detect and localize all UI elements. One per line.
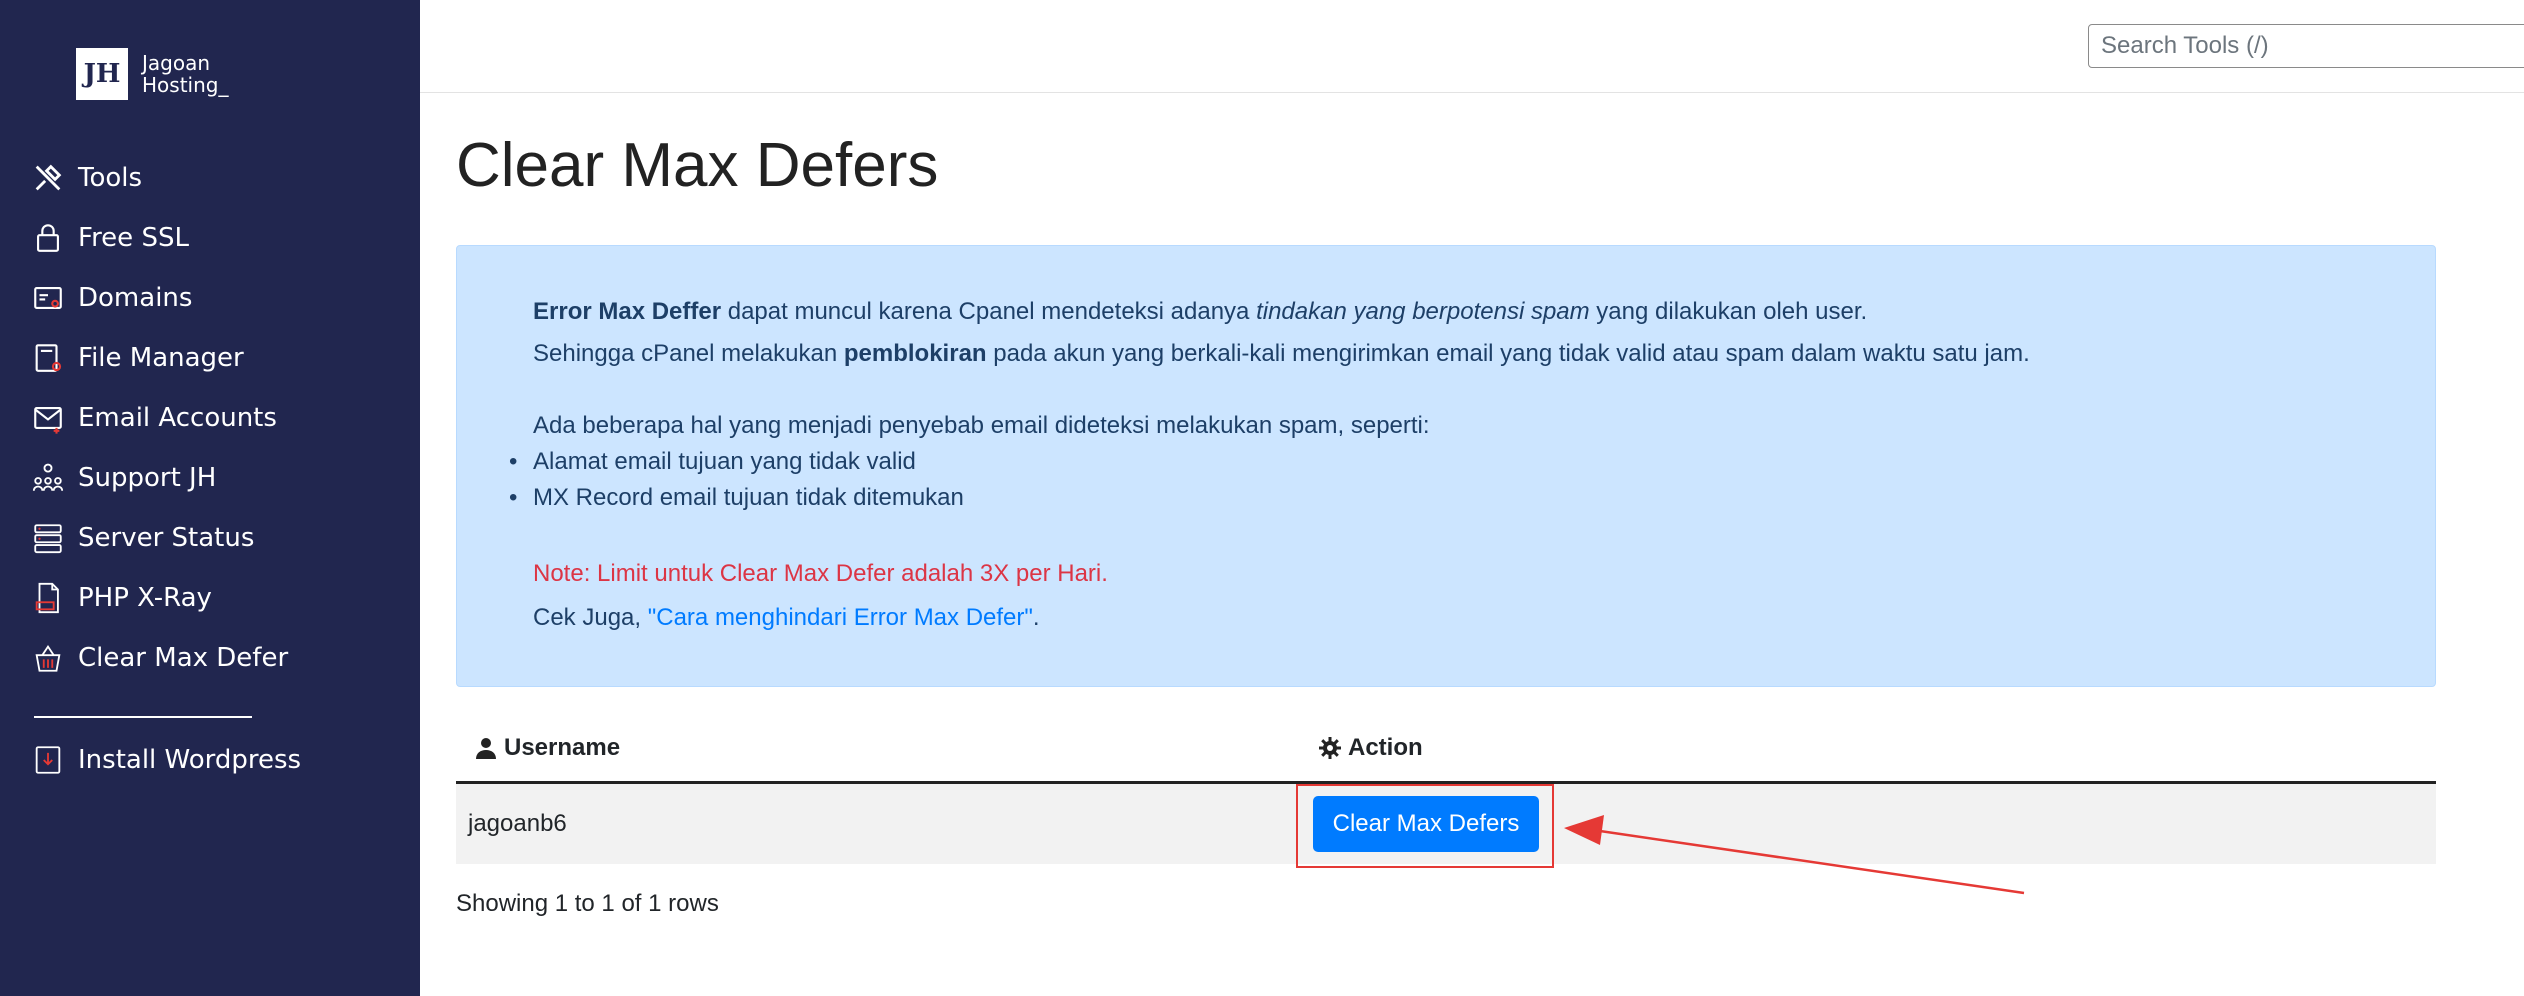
alert-line-1: Error Max Deffer dapat muncul karena Cpa…: [533, 298, 1867, 326]
gear-icon: [1319, 737, 1341, 759]
column-header-label: Action: [1348, 734, 1423, 761]
logo-mark: JH: [76, 48, 128, 100]
file-manager-icon: [28, 338, 68, 378]
alert-line-3: Ada beberapa hal yang menjadi penyebab e…: [533, 412, 1430, 439]
list-item: Alamat email tujuan yang tidak valid: [509, 444, 964, 480]
see-also-suffix: .: [1032, 604, 1040, 631]
user-icon: [476, 738, 496, 759]
support-icon: [28, 458, 68, 498]
php-file-icon: [28, 578, 68, 618]
email-icon: [28, 398, 68, 438]
tools-icon: [28, 158, 68, 198]
domain-icon: [28, 278, 68, 318]
sidebar-item-label: Free SSL: [78, 223, 189, 253]
alert-text: Sehingga cPanel melakukan: [533, 340, 844, 367]
sidebar-item-label: PHP X-Ray: [78, 583, 212, 613]
sidebar-item-label: File Manager: [78, 343, 244, 373]
alert-bold-text: Error Max Deffer: [533, 298, 722, 325]
sidebar-item-file-manager[interactable]: File Manager: [28, 328, 408, 388]
column-header-action[interactable]: Action: [1318, 715, 1423, 781]
brand-name: Jagoan Hosting_: [142, 52, 228, 96]
server-icon: [28, 518, 68, 558]
sidebar-item-label: Tools: [78, 163, 143, 193]
brand-logo[interactable]: JH Jagoan Hosting_: [76, 48, 228, 100]
sidebar-item-domains[interactable]: Domains: [28, 268, 408, 328]
pagination-info: Showing 1 to 1 of 1 rows: [456, 890, 719, 917]
alert-bold-text: pemblokiran: [843, 340, 987, 367]
max-defer-guide-link[interactable]: "Cara menghindari Error Max Defer": [648, 604, 1033, 631]
brand-line-1: Jagoan: [142, 51, 211, 75]
annotation-highlight-box: [1296, 784, 1554, 868]
sidebar-item-label: Clear Max Defer: [78, 643, 289, 673]
sidebar-item-server-status[interactable]: Server Status: [28, 508, 408, 568]
column-header-username[interactable]: Username: [474, 715, 620, 781]
sidebar-item-clear-max-defer[interactable]: Clear Max Defer: [28, 628, 408, 688]
install-icon: [28, 740, 68, 780]
sidebar-item-free-ssl[interactable]: Free SSL: [28, 208, 408, 268]
basket-icon: [28, 638, 68, 678]
sidebar-item-install-wordpress[interactable]: Install Wordpress: [28, 730, 408, 790]
sidebar-item-email-accounts[interactable]: Email Accounts: [28, 388, 408, 448]
top-bar: [420, 0, 2524, 93]
username-cell: jagoanb6: [468, 810, 567, 837]
alert-italic-text: tindakan yang berpotensi spam: [1256, 298, 1590, 325]
alert-text: dapat muncul karena Cpanel mendeteksi ad…: [721, 298, 1257, 325]
brand-line-2: Hosting_: [142, 73, 229, 97]
alert-bullet-list: Alamat email tujuan yang tidak valid MX …: [509, 444, 964, 516]
alert-line-2: Sehingga cPanel melakukan pemblokiran pa…: [533, 340, 2030, 368]
alert-text: pada akun yang berkali-kali mengirimkan …: [986, 340, 2030, 367]
sidebar-item-tools[interactable]: Tools: [28, 148, 408, 208]
sidebar-item-label: Support JH: [78, 463, 217, 493]
see-also-line: Cek Juga, "Cara menghindari Error Max De…: [533, 604, 1040, 632]
page-title: Clear Max Defers: [456, 131, 939, 200]
sidebar-item-label: Install Wordpress: [78, 745, 302, 775]
search-input[interactable]: [2088, 24, 2524, 68]
limit-note: Note: Limit untuk Clear Max Defer adalah…: [533, 560, 1108, 587]
sidebar-divider: [34, 716, 252, 718]
info-alert: Error Max Deffer dapat muncul karena Cpa…: [456, 245, 2436, 687]
sidebar-item-label: Domains: [78, 283, 193, 313]
sidebar-item-php-x-ray[interactable]: PHP X-Ray: [28, 568, 408, 628]
alert-text: yang dilakukan oleh user.: [1589, 298, 1868, 325]
sidebar-item-support-jh[interactable]: Support JH: [28, 448, 408, 508]
sidebar-item-label: Server Status: [78, 523, 255, 553]
sidebar: JH Jagoan Hosting_ Tools Free SSL Domain…: [0, 0, 420, 996]
lock-icon: [28, 218, 68, 258]
list-item: MX Record email tujuan tidak ditemukan: [509, 480, 964, 516]
sidebar-item-label: Email Accounts: [78, 403, 277, 433]
column-header-label: Username: [504, 734, 621, 761]
sidebar-menu: Tools Free SSL Domains File Manager Emai…: [28, 148, 408, 790]
see-also-prefix: Cek Juga,: [533, 604, 648, 631]
